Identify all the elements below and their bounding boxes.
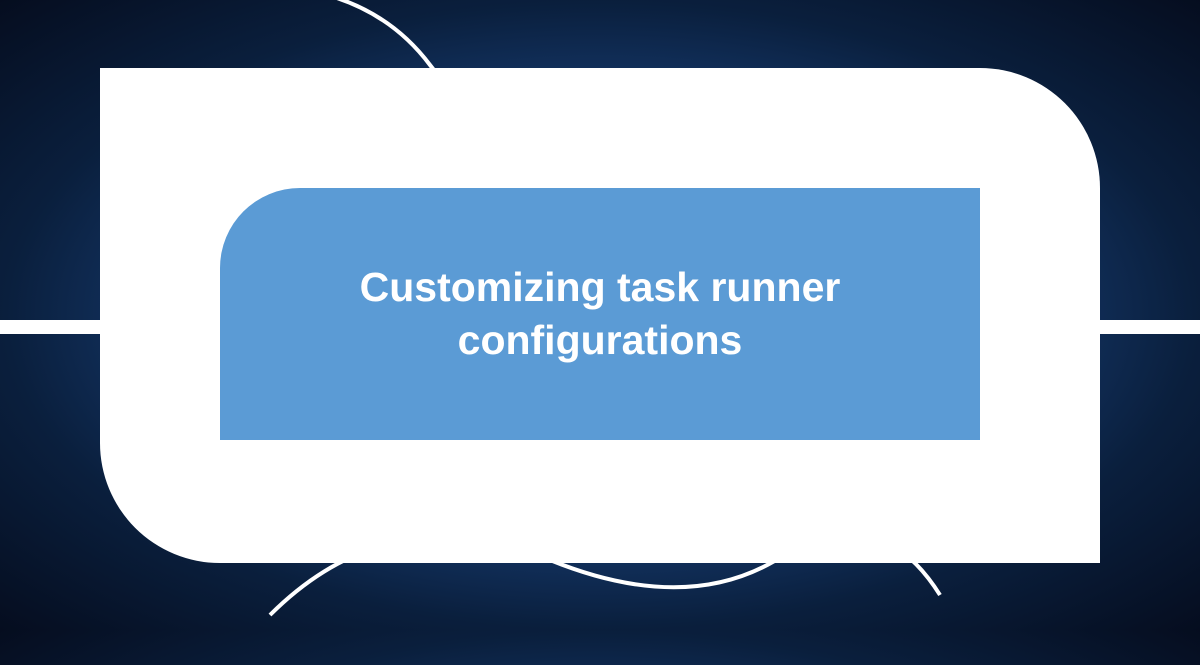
title-panel: Customizing task runner configurations <box>220 188 980 440</box>
page-title: Customizing task runner configurations <box>280 261 920 368</box>
